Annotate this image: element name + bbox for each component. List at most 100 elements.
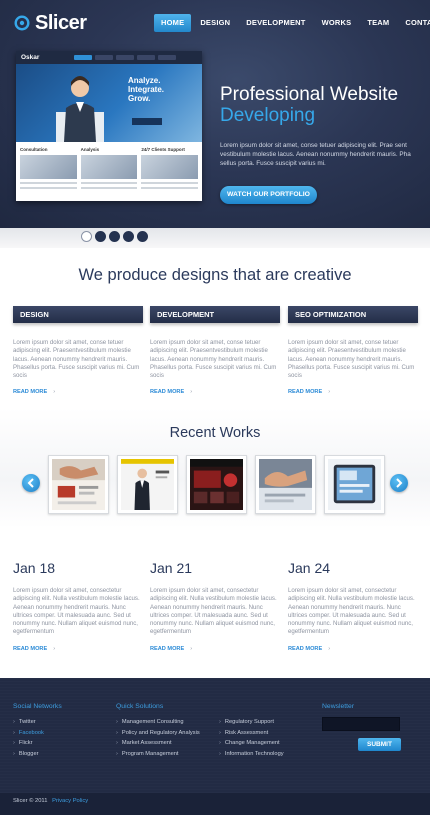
preview-column: Consultation (20, 147, 77, 189)
chevron-left-icon (27, 478, 34, 488)
preview-button (132, 118, 162, 125)
social-link-facebook[interactable]: › Facebook (13, 728, 44, 739)
read-more-link[interactable]: READ MORE › (13, 646, 55, 652)
preview-brand: Oskar (21, 54, 40, 61)
slide-preview-image: Oskar Analyze. Integrate. Grow. Consulta… (16, 51, 202, 201)
chevron-right-icon: › (190, 389, 193, 396)
preview-nav-item (74, 55, 92, 60)
social-link-label: Twitter (18, 719, 36, 725)
solution-link[interactable]: › Change Management (219, 738, 284, 749)
nav-item-development[interactable]: DEVELOPMENT (239, 14, 312, 32)
news-text: Lorem ipsum dolor sit amet, consectetur … (150, 587, 277, 636)
preview-nav (74, 55, 176, 60)
service-development: DEVELOPMENT Lorem ipsum dolor sit amet, … (150, 306, 280, 398)
chevron-right-icon: › (13, 729, 15, 736)
page: Slicer HOME DESIGN DEVELOPMENT WORKS TEA… (0, 0, 430, 815)
social-link-label: Flickr (18, 740, 33, 747)
slider-dot[interactable] (81, 231, 92, 242)
solution-link-label: Market Assessment (121, 740, 172, 747)
quick-solutions-heading: Quick Solutions (116, 703, 164, 710)
read-more-label: READ MORE (13, 389, 48, 396)
service-title: SEO OPTIMIZATION (288, 306, 418, 323)
work-thumbnail[interactable] (117, 455, 178, 514)
website-preview-image (190, 459, 243, 510)
slider-dot[interactable] (137, 231, 148, 242)
preview-headline-line: Analyze. (128, 76, 161, 85)
carousel-next-button[interactable] (390, 474, 408, 492)
read-more-link[interactable]: READ MORE › (150, 646, 192, 652)
preview-column: Analysis (80, 147, 138, 189)
preview-column-title: Consultation (20, 147, 48, 152)
quick-solutions-list: › Management Consulting › Policy and Regul… (116, 717, 200, 759)
watch-portfolio-button[interactable]: WATCH OUR PORTFOLIO (220, 186, 317, 204)
newsletter-heading: Newsletter (322, 703, 355, 710)
read-more-link[interactable]: READ MORE › (288, 646, 330, 652)
preview-nav-item (137, 55, 155, 60)
chevron-right-icon: › (53, 389, 56, 396)
nav-item-design[interactable]: DESIGN (193, 14, 237, 32)
preview-text-line (20, 187, 77, 189)
preview-column-image (80, 155, 138, 179)
carousel-prev-button[interactable] (22, 474, 40, 492)
news-text: Lorem ipsum dolor sit amet, consectetur … (13, 587, 140, 636)
social-link-blogger[interactable]: › Blogger (13, 749, 44, 760)
chevron-right-icon: › (328, 389, 331, 396)
newsletter-email-input[interactable] (322, 717, 400, 731)
slider-dot[interactable] (95, 231, 106, 242)
slider-band (0, 228, 430, 248)
chevron-right-icon (396, 478, 403, 488)
slider-dot[interactable] (123, 231, 134, 242)
read-more-link[interactable]: READ MORE › (13, 389, 55, 395)
tablet-website-image (328, 459, 381, 510)
solution-link[interactable]: › Risk Assessment (219, 728, 284, 739)
solution-link[interactable]: › Information Technology (219, 749, 284, 760)
privacy-policy-link[interactable]: Privacy Policy (52, 798, 88, 804)
nav-item-works[interactable]: WORKS (315, 14, 359, 32)
newsletter-submit-button[interactable]: SUBMIT (358, 738, 401, 751)
main-nav: HOME DESIGN DEVELOPMENT WORKS TEAM CONTA… (154, 14, 430, 32)
solution-link[interactable]: › Program Management (116, 749, 200, 760)
social-link-label: Blogger (18, 750, 39, 757)
nav-item-contacts[interactable]: CONTACTS (398, 14, 430, 32)
chevron-right-icon: › (53, 645, 56, 652)
solution-link[interactable]: › Policy and Regulatory Analysis (116, 728, 200, 739)
work-thumbnail[interactable] (48, 455, 109, 514)
social-networks-list: › Twitter › Facebook › Flickr › Blogger (13, 717, 44, 759)
hero-title: Professional Website (220, 84, 399, 105)
chevron-right-icon: › (190, 645, 193, 652)
read-more-link[interactable]: READ MORE › (288, 389, 330, 395)
solution-link-label: Program Management (121, 750, 179, 757)
solution-link-label: Regulatory Support (224, 719, 274, 725)
slider-dot[interactable] (109, 231, 120, 242)
copyright-text: Slicer © 2011 (13, 798, 48, 804)
work-thumbnail[interactable] (255, 455, 316, 514)
work-thumbnail[interactable] (186, 455, 247, 514)
solution-link[interactable]: › Market Assessment (116, 738, 200, 749)
read-more-label: READ MORE (13, 645, 48, 652)
solution-link[interactable]: › Management Consulting (116, 717, 200, 728)
preview-nav-item (158, 55, 176, 60)
handshake-office-image (259, 459, 312, 510)
logo[interactable]: Slicer (14, 12, 87, 34)
hero-text: Lorem ipsum dolor sit amet, conse tetuer… (220, 142, 411, 168)
solution-link[interactable]: › Regulatory Support (219, 717, 284, 728)
work-thumbnail[interactable] (324, 455, 385, 514)
nav-item-team[interactable]: TEAM (360, 14, 396, 32)
services-tagline: We produce designs that are creative (78, 266, 352, 284)
service-text: Lorem ipsum dolor sit amet, conse tetuer… (150, 339, 277, 380)
read-more-link[interactable]: READ MORE › (150, 389, 192, 395)
social-link-flickr[interactable]: › Flickr (13, 738, 44, 749)
solution-link-label: Change Management (224, 740, 280, 747)
service-design: DESIGN Lorem ipsum dolor sit amet, conse… (13, 306, 143, 398)
businesswoman-image (56, 76, 104, 142)
preview-headline-line: Grow. (128, 94, 151, 103)
chevron-right-icon: › (13, 719, 15, 725)
preview-column-image (141, 155, 199, 179)
preview-headline-line: Integrate. (128, 85, 165, 94)
preview-nav-item (116, 55, 134, 60)
hero-subtitle: Developing (220, 105, 316, 126)
handshake-image (52, 459, 105, 510)
preview-nav-item (95, 55, 113, 60)
social-link-twitter[interactable]: › Twitter (13, 717, 44, 728)
nav-item-home[interactable]: HOME (154, 14, 192, 32)
